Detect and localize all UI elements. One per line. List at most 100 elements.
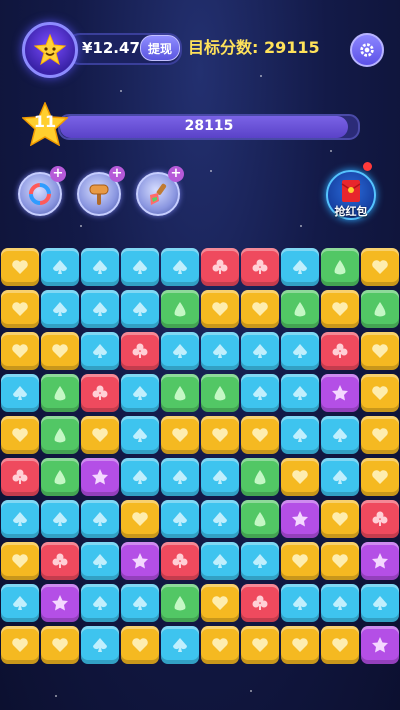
withdraw-button[interactable]: 提现 (140, 35, 180, 61)
blue-spade-tile[interactable] (41, 248, 79, 286)
refresh-tool-plus[interactable]: + (50, 166, 66, 182)
purple-star-tile[interactable] (361, 542, 399, 580)
red-club-tile[interactable] (1, 458, 39, 496)
yellow-heart-tile[interactable] (321, 626, 359, 664)
blue-spade-tile[interactable] (121, 416, 159, 454)
yellow-heart-tile[interactable] (1, 332, 39, 370)
red-club-tile[interactable] (361, 500, 399, 538)
green-drop-tile[interactable] (161, 290, 199, 328)
blue-spade-tile[interactable] (161, 626, 199, 664)
yellow-heart-tile[interactable] (1, 248, 39, 286)
purple-star-tile[interactable] (321, 374, 359, 412)
blue-spade-tile[interactable] (281, 248, 319, 286)
yellow-heart-tile[interactable] (361, 248, 399, 286)
yellow-heart-tile[interactable] (201, 416, 239, 454)
blue-spade-tile[interactable] (1, 584, 39, 622)
blue-spade-tile[interactable] (81, 626, 119, 664)
blue-spade-tile[interactable] (321, 458, 359, 496)
green-drop-tile[interactable] (41, 458, 79, 496)
purple-star-tile[interactable] (81, 458, 119, 496)
green-drop-tile[interactable] (241, 500, 279, 538)
green-drop-tile[interactable] (281, 290, 319, 328)
red-club-tile[interactable] (121, 332, 159, 370)
blue-spade-tile[interactable] (201, 458, 239, 496)
red-club-tile[interactable] (161, 542, 199, 580)
yellow-heart-tile[interactable] (201, 290, 239, 328)
red-club-tile[interactable] (201, 248, 239, 286)
green-drop-tile[interactable] (41, 374, 79, 412)
blue-spade-tile[interactable] (161, 500, 199, 538)
tile-grid[interactable] (0, 246, 400, 666)
blue-spade-tile[interactable] (81, 332, 119, 370)
red-club-tile[interactable] (81, 374, 119, 412)
blue-spade-tile[interactable] (321, 416, 359, 454)
red-club-tile[interactable] (321, 332, 359, 370)
blue-spade-tile[interactable] (121, 458, 159, 496)
yellow-heart-tile[interactable] (361, 332, 399, 370)
blue-spade-tile[interactable] (241, 542, 279, 580)
green-drop-tile[interactable] (201, 374, 239, 412)
yellow-heart-tile[interactable] (361, 416, 399, 454)
blue-spade-tile[interactable] (81, 542, 119, 580)
yellow-heart-tile[interactable] (121, 500, 159, 538)
blue-spade-tile[interactable] (41, 290, 79, 328)
yellow-heart-tile[interactable] (281, 542, 319, 580)
yellow-heart-tile[interactable] (321, 290, 359, 328)
yellow-heart-tile[interactable] (321, 500, 359, 538)
settings-button[interactable] (350, 33, 384, 67)
yellow-heart-tile[interactable] (241, 626, 279, 664)
yellow-heart-tile[interactable] (161, 416, 199, 454)
blue-spade-tile[interactable] (241, 374, 279, 412)
blue-spade-tile[interactable] (201, 332, 239, 370)
blue-spade-tile[interactable] (121, 248, 159, 286)
green-drop-tile[interactable] (321, 248, 359, 286)
yellow-heart-tile[interactable] (321, 542, 359, 580)
blue-spade-tile[interactable] (81, 584, 119, 622)
yellow-heart-tile[interactable] (1, 290, 39, 328)
blue-spade-tile[interactable] (161, 248, 199, 286)
blue-spade-tile[interactable] (1, 500, 39, 538)
blue-spade-tile[interactable] (161, 458, 199, 496)
blue-spade-tile[interactable] (81, 248, 119, 286)
purple-star-tile[interactable] (361, 626, 399, 664)
green-drop-tile[interactable] (161, 584, 199, 622)
yellow-heart-tile[interactable] (1, 626, 39, 664)
purple-star-tile[interactable] (121, 542, 159, 580)
blue-spade-tile[interactable] (281, 374, 319, 412)
red-club-tile[interactable] (241, 248, 279, 286)
blue-spade-tile[interactable] (321, 584, 359, 622)
green-drop-tile[interactable] (241, 458, 279, 496)
brush-tool-plus[interactable]: + (168, 166, 184, 182)
yellow-heart-tile[interactable] (241, 416, 279, 454)
blue-spade-tile[interactable] (201, 542, 239, 580)
blue-spade-tile[interactable] (81, 290, 119, 328)
yellow-heart-tile[interactable] (281, 458, 319, 496)
blue-spade-tile[interactable] (241, 332, 279, 370)
blue-spade-tile[interactable] (361, 584, 399, 622)
red-club-tile[interactable] (41, 542, 79, 580)
yellow-heart-tile[interactable] (81, 416, 119, 454)
blue-spade-tile[interactable] (281, 332, 319, 370)
yellow-heart-tile[interactable] (1, 416, 39, 454)
yellow-heart-tile[interactable] (121, 626, 159, 664)
red-club-tile[interactable] (241, 584, 279, 622)
green-drop-tile[interactable] (361, 290, 399, 328)
yellow-heart-tile[interactable] (201, 584, 239, 622)
hammer-tool-plus[interactable]: + (109, 166, 125, 182)
yellow-heart-tile[interactable] (281, 626, 319, 664)
blue-spade-tile[interactable] (281, 584, 319, 622)
avatar[interactable] (22, 22, 78, 78)
blue-spade-tile[interactable] (121, 374, 159, 412)
purple-star-tile[interactable] (41, 584, 79, 622)
green-drop-tile[interactable] (41, 416, 79, 454)
yellow-heart-tile[interactable] (1, 542, 39, 580)
yellow-heart-tile[interactable] (201, 626, 239, 664)
yellow-heart-tile[interactable] (241, 290, 279, 328)
yellow-heart-tile[interactable] (41, 626, 79, 664)
purple-star-tile[interactable] (281, 500, 319, 538)
blue-spade-tile[interactable] (81, 500, 119, 538)
blue-spade-tile[interactable] (41, 500, 79, 538)
yellow-heart-tile[interactable] (361, 374, 399, 412)
blue-spade-tile[interactable] (121, 584, 159, 622)
blue-spade-tile[interactable] (281, 416, 319, 454)
